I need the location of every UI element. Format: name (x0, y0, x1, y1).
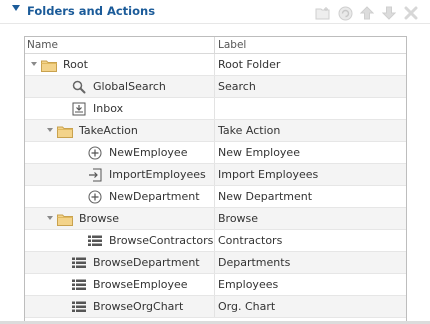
tree-row[interactable]: NewDepartment New Department (25, 186, 406, 208)
tree-row[interactable]: ImportEmployees Import Employees (25, 164, 406, 186)
cell-separator (214, 186, 215, 207)
collapse-caret-icon[interactable] (12, 5, 20, 11)
plus-circle-icon (87, 145, 103, 161)
row-label: Departments (218, 256, 291, 269)
tree-row[interactable]: BrowseOrgChart Org. Chart (25, 296, 406, 318)
inbox-icon (71, 101, 87, 117)
row-name: Browse (79, 212, 120, 225)
row-name: TakeAction (79, 124, 138, 137)
cell-separator (214, 230, 215, 251)
column-separator[interactable] (214, 37, 215, 53)
move-up-icon (360, 6, 374, 20)
move-down-button[interactable] (381, 5, 397, 21)
row-label: Take Action (218, 124, 281, 137)
list-icon (71, 277, 87, 293)
cell-separator (214, 252, 215, 273)
tree-row[interactable]: Browse Browse (25, 208, 406, 230)
tree-row[interactable]: BrowseEmployee Employees (25, 274, 406, 296)
row-name: BrowseContractors (109, 234, 214, 247)
row-name: Inbox (93, 102, 124, 115)
new-folder-button[interactable] (315, 5, 331, 21)
expand-toggle-icon[interactable] (31, 62, 37, 66)
cell-separator (214, 54, 215, 75)
column-header-name[interactable]: Name (27, 39, 58, 51)
row-label: Import Employees (218, 168, 319, 181)
tree-row[interactable]: BrowseContractors Contractors (25, 230, 406, 252)
refresh-icon (338, 6, 352, 20)
plus-circle-icon (87, 189, 103, 205)
list-icon (87, 233, 103, 249)
row-label: Contractors (218, 234, 283, 247)
list-icon (71, 255, 87, 271)
tree-row[interactable]: Inbox (25, 98, 406, 120)
toolbar (315, 5, 419, 21)
row-label: New Employee (218, 146, 300, 159)
new-folder-icon (315, 7, 330, 20)
row-name: BrowseDepartment (93, 256, 200, 269)
row-name: Root (63, 58, 88, 71)
list-icon (71, 299, 87, 315)
search-icon (71, 79, 87, 95)
row-label: Root Folder (218, 58, 281, 71)
refresh-button[interactable] (337, 5, 353, 21)
row-name: GlobalSearch (93, 80, 166, 93)
import-icon (87, 167, 103, 183)
row-name: NewDepartment (109, 190, 200, 203)
row-label: Search (218, 80, 256, 93)
tree-row[interactable]: BrowseDepartment Departments (25, 252, 406, 274)
panel-title: Folders and Actions (27, 4, 156, 18)
delete-button[interactable] (403, 5, 419, 21)
tree-row[interactable]: GlobalSearch Search (25, 76, 406, 98)
tree-row[interactable]: Root Root Folder (25, 54, 406, 76)
row-label: New Department (218, 190, 313, 203)
cell-separator (214, 98, 215, 119)
folder-icon (57, 123, 73, 139)
folders-actions-panel: Folders and Actions Name Label Root Root… (0, 0, 430, 324)
move-up-button[interactable] (359, 5, 375, 21)
row-label: Browse (218, 212, 259, 225)
cell-separator (214, 164, 215, 185)
move-down-icon (382, 6, 396, 20)
cell-separator (214, 142, 215, 163)
row-name: BrowseOrgChart (93, 300, 184, 313)
panel-header: Folders and Actions (0, 0, 430, 24)
tree-rows: Root Root Folder GlobalSearch Search Inbox Ta… (25, 54, 406, 318)
row-name: NewEmployee (109, 146, 188, 159)
row-label: Employees (218, 278, 279, 291)
expand-toggle-icon[interactable] (47, 128, 53, 132)
expand-toggle-icon[interactable] (47, 216, 53, 220)
grid-header: Name Label (25, 37, 406, 54)
folder-icon (41, 57, 57, 73)
row-name: ImportEmployees (109, 168, 206, 181)
cell-separator (214, 76, 215, 97)
cell-separator (214, 120, 215, 141)
folder-icon (57, 211, 73, 227)
delete-icon (404, 6, 418, 20)
cell-separator (214, 274, 215, 295)
tree-row[interactable]: NewEmployee New Employee (25, 142, 406, 164)
row-label: Org. Chart (218, 300, 276, 313)
tree-row[interactable]: TakeAction Take Action (25, 120, 406, 142)
row-name: BrowseEmployee (93, 278, 188, 291)
column-header-label[interactable]: Label (218, 39, 246, 51)
tree-grid: Name Label Root Root Folder GlobalSearch Se… (24, 36, 407, 324)
cell-separator (214, 208, 215, 229)
cell-separator (214, 296, 215, 317)
